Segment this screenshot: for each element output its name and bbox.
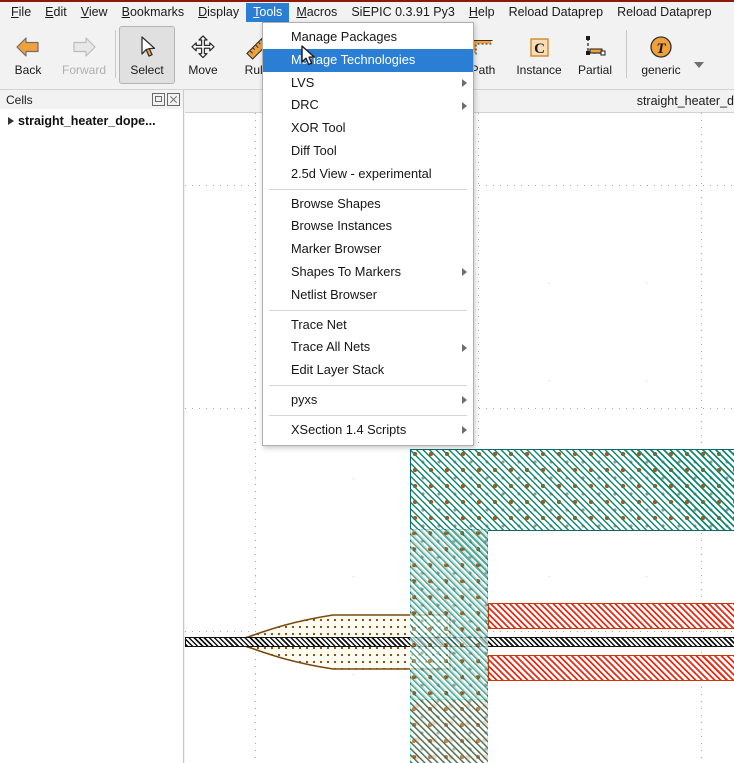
tools-dropdown-menu: Manage Packages Manage Technologies LVS … — [262, 22, 474, 446]
submenu-arrow-icon — [462, 268, 467, 277]
menu-macros[interactable]: Macros — [289, 3, 344, 22]
chevron-down-icon[interactable] — [694, 61, 704, 68]
menu-item-xor-tool[interactable]: XOR Tool — [263, 117, 473, 140]
cursor-arrow-icon — [129, 31, 165, 63]
cells-panel-header: Cells — [0, 90, 183, 109]
menu-item-edit-layer-stack[interactable]: Edit Layer Stack — [263, 359, 473, 382]
toolbar-move-button[interactable]: Move — [175, 26, 231, 84]
technology-icon: T — [643, 31, 679, 63]
menu-separator-2 — [269, 309, 467, 311]
menu-display[interactable]: Display — [191, 3, 246, 22]
menu-item-shapes-to-markers[interactable]: Shapes To Markers — [263, 261, 473, 284]
toolbar-instance-label: Instance — [516, 63, 562, 77]
menu-tools[interactable]: Tools — [246, 2, 290, 22]
menu-item-lvs[interactable]: LVS — [263, 72, 473, 95]
menu-item-browse-shapes[interactable]: Browse Shapes — [263, 193, 473, 216]
toolbar-technology-button[interactable]: T generic — [630, 26, 692, 84]
submenu-arrow-icon — [462, 101, 467, 110]
menu-file[interactable]: File — [4, 3, 38, 22]
toolbar-separator-1 — [115, 30, 116, 78]
menu-separator-3 — [269, 384, 467, 386]
menu-reload-dataprep-2[interactable]: Reload Dataprep — [610, 3, 719, 22]
menu-item-trace-net[interactable]: Trace Net — [263, 314, 473, 337]
menu-item-marker-browser[interactable]: Marker Browser — [263, 238, 473, 261]
close-panel-icon[interactable] — [167, 93, 180, 106]
submenu-arrow-icon — [462, 426, 467, 435]
menu-item-diff-tool[interactable]: Diff Tool — [263, 140, 473, 163]
toolbar-separator-2 — [626, 30, 627, 78]
menu-help[interactable]: Help — [462, 3, 502, 22]
application-window: File Edit View Bookmarks Display Tools M… — [0, 0, 734, 763]
menu-separator-4 — [269, 414, 467, 416]
cells-tree: straight_heater_dope... — [0, 109, 183, 130]
move-cross-icon — [185, 31, 221, 63]
toolbar-partial-button[interactable]: Partial — [567, 26, 623, 84]
instance-icon: C — [521, 31, 557, 63]
toolbar-select-button[interactable]: Select — [119, 26, 175, 84]
toolbar-select-label: Select — [130, 63, 164, 77]
menu-item-netlist-browser[interactable]: Netlist Browser — [263, 284, 473, 307]
expand-arrow-icon[interactable] — [4, 117, 18, 125]
toolbar-partial-label: Partial — [577, 63, 612, 77]
submenu-arrow-icon — [462, 396, 467, 405]
shape-heater-strip-overlay — [410, 529, 488, 763]
menu-bookmarks[interactable]: Bookmarks — [115, 3, 192, 22]
menu-edit[interactable]: Edit — [38, 3, 74, 22]
menu-item-drc[interactable]: DRC — [263, 94, 473, 117]
menu-item-pyxs[interactable]: pyxs — [263, 389, 473, 412]
menu-reload-dataprep-1[interactable]: Reload Dataprep — [502, 3, 611, 22]
arrow-left-icon — [10, 31, 46, 63]
toolbar-move-label: Move — [188, 63, 218, 77]
submenu-arrow-icon — [462, 343, 467, 352]
menu-bar: File Edit View Bookmarks Display Tools M… — [0, 0, 734, 22]
toolbar-technology-label: generic — [641, 63, 681, 77]
menu-item-manage-packages[interactable]: Manage Packages — [263, 26, 473, 49]
toolbar-forward-button[interactable]: Forward — [56, 26, 112, 84]
menu-separator-1 — [269, 188, 467, 190]
cell-name-label: straight_heater_dope... — [18, 114, 156, 128]
partial-icon — [577, 31, 613, 63]
toolbar-path-label: Path — [470, 63, 496, 77]
svg-text:C: C — [534, 41, 545, 57]
menu-item-browse-instances[interactable]: Browse Instances — [263, 215, 473, 238]
menu-view[interactable]: View — [74, 3, 115, 22]
cells-panel-title: Cells — [6, 92, 33, 107]
arrow-right-icon — [66, 31, 102, 63]
menu-siepic[interactable]: SiEPIC 0.3.91 Py3 — [344, 3, 462, 22]
menu-item-xsection-scripts[interactable]: XSection 1.4 Scripts — [263, 419, 473, 442]
toolbar-back-button[interactable]: Back — [0, 26, 56, 84]
cells-panel: Cells straight_heater_dope... — [0, 90, 184, 763]
list-item[interactable]: straight_heater_dope... — [4, 112, 183, 130]
toolbar-forward-label: Forward — [61, 63, 106, 77]
menu-item-25d-view[interactable]: 2.5d View - experimental — [263, 163, 473, 186]
svg-text:T: T — [656, 41, 666, 57]
submenu-arrow-icon — [462, 78, 467, 87]
menu-item-manage-technologies[interactable]: Manage Technologies — [263, 48, 473, 72]
float-panel-icon[interactable] — [152, 93, 165, 106]
toolbar-back-label: Back — [14, 63, 42, 77]
toolbar-instance-button[interactable]: C Instance — [511, 26, 567, 84]
menu-item-trace-all-nets[interactable]: Trace All Nets — [263, 336, 473, 359]
